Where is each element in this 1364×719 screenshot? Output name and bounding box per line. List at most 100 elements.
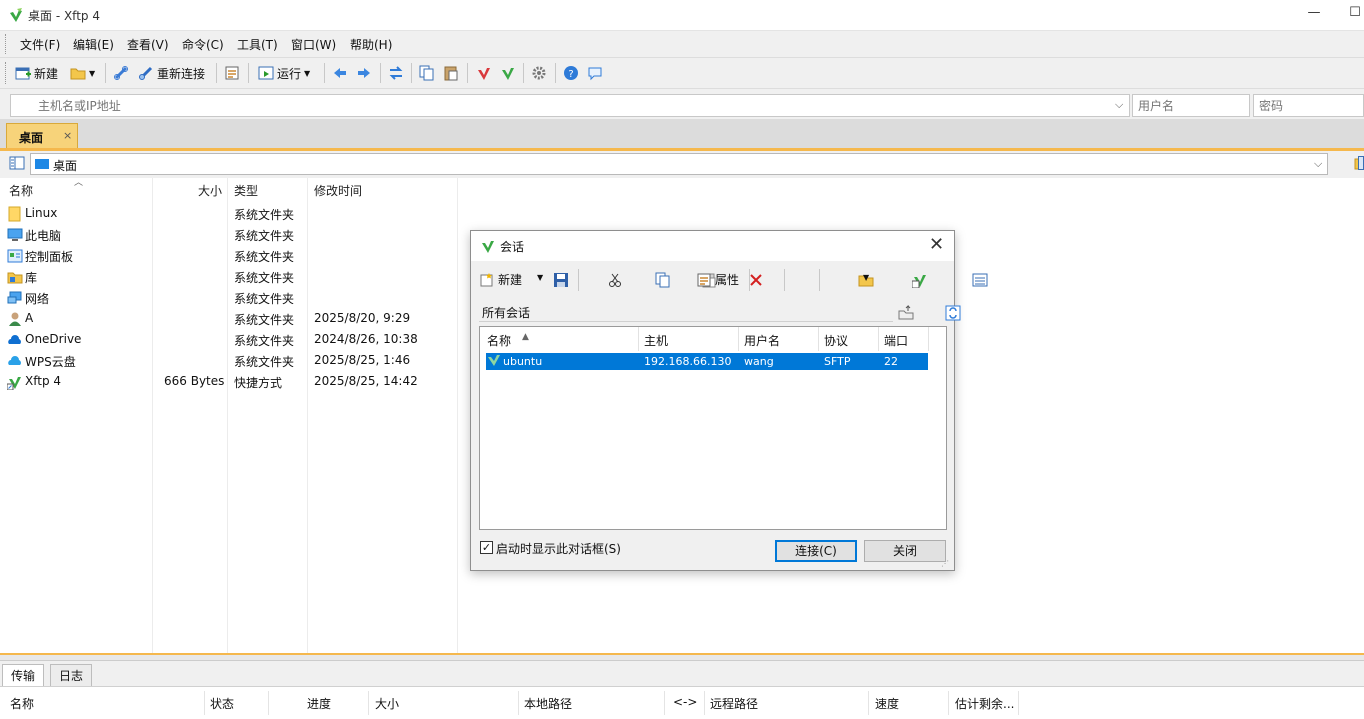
sync-button[interactable] <box>388 64 404 82</box>
xshell-button[interactable] <box>476 64 492 82</box>
reconnect-button[interactable]: 重新连接 <box>138 64 205 82</box>
file-name: Linux <box>25 206 58 220</box>
column-divider <box>868 691 869 715</box>
dialog-close-icon[interactable]: ✕ <box>929 234 944 255</box>
paste-button[interactable] <box>443 64 459 82</box>
file-row[interactable]: 网络 系统文件夹 <box>0 287 458 308</box>
pane-splitter[interactable] <box>0 653 1364 660</box>
save-disk-icon[interactable] <box>553 272 569 288</box>
connect-button[interactable]: 连接(C) <box>775 540 857 562</box>
file-row[interactable]: WPS云盘 系统文件夹 2025/8/25, 1:46 <box>0 350 458 371</box>
session-shortcut-icon[interactable] <box>911 272 928 289</box>
menu-command[interactable]: 命令(C) <box>182 36 224 53</box>
xftp-button[interactable] <box>500 64 516 82</box>
properties-button[interactable] <box>224 64 240 82</box>
maximize-button[interactable]: ☐ <box>1345 5 1364 23</box>
close-button[interactable]: 关闭 <box>864 540 946 562</box>
tab-log[interactable]: 日志 <box>50 664 93 686</box>
file-row[interactable]: Xftp 4 666 Bytes 快捷方式 2025/8/25, 14:42 <box>0 371 458 392</box>
session-col-user[interactable]: 用户名 <box>744 332 780 349</box>
session-col-protocol[interactable]: 协议 <box>824 332 848 349</box>
column-header-name[interactable]: 名称 <box>9 182 33 199</box>
file-row[interactable]: 此电脑 系统文件夹 <box>0 224 458 245</box>
password-input[interactable] <box>1254 95 1363 116</box>
copy-button[interactable] <box>419 64 435 82</box>
options-button[interactable] <box>531 64 547 82</box>
session-row[interactable]: ubuntu 192.168.66.130 wang SFTP 22 <box>486 353 928 370</box>
host-field[interactable]: ⌵ <box>10 94 1130 117</box>
new-session-button[interactable]: 新建 <box>15 64 58 82</box>
transfer-col-name[interactable]: 名称 <box>10 695 34 712</box>
column-divider <box>518 691 519 715</box>
dialog-new-button[interactable]: 新建 <box>479 271 522 288</box>
transfer-col-status[interactable]: 状态 <box>210 695 234 712</box>
cut-scissors-icon[interactable] <box>607 272 623 288</box>
column-header-type[interactable]: 类型 <box>234 182 258 199</box>
tab-desktop[interactable]: 桌面 × <box>6 123 78 148</box>
session-col-host[interactable]: 主机 <box>644 332 668 349</box>
file-mtime: 2025/8/20, 9:29 <box>314 311 411 325</box>
username-input[interactable] <box>1133 95 1249 116</box>
chevron-down-icon[interactable]: ⌵ <box>1314 157 1322 171</box>
path-combobox[interactable]: 桌面 ⌵ <box>30 153 1328 175</box>
view-list-icon[interactable] <box>972 272 988 288</box>
file-mtime: 2025/8/25, 1:46 <box>314 353 411 367</box>
session-folder-path[interactable]: 所有会话 <box>479 302 893 322</box>
file-row[interactable]: A 系统文件夹 2025/8/20, 9:29 <box>0 308 458 329</box>
help-button[interactable]: ? <box>563 64 579 82</box>
file-row[interactable]: 控制面板 系统文件夹 <box>0 245 458 266</box>
dialog-title-bar[interactable]: 会话 ✕ <box>471 231 954 261</box>
username-field[interactable] <box>1132 94 1250 117</box>
file-row[interactable]: Linux 系统文件夹 <box>0 203 458 224</box>
menu-view[interactable]: 查看(V) <box>127 36 169 53</box>
session-col-port[interactable]: 端口 <box>884 332 908 349</box>
tree-view-toggle-icon[interactable] <box>9 155 25 171</box>
transfer-col-size[interactable]: 大小 <box>375 695 399 712</box>
copy-icon[interactable] <box>655 272 671 288</box>
dropdown-arrow-icon[interactable]: ▼ <box>863 273 869 282</box>
column-header-size[interactable]: 大小 <box>198 182 222 199</box>
file-row[interactable]: 库 系统文件夹 <box>0 266 458 287</box>
new-session-icon <box>15 65 31 81</box>
menu-help[interactable]: 帮助(H) <box>350 36 392 53</box>
resize-grip[interactable]: ⋰ <box>941 559 949 568</box>
column-header-mtime[interactable]: 修改时间 <box>314 182 362 199</box>
properties-icon <box>696 272 712 288</box>
up-folder-icon[interactable] <box>898 304 914 321</box>
dropdown-arrow-icon[interactable]: ▼ <box>537 273 543 282</box>
file-row[interactable]: OneDrive 系统文件夹 2024/8/26, 10:38 <box>0 329 458 350</box>
column-divider <box>1018 691 1019 715</box>
run-label: 运行 <box>277 66 302 81</box>
open-folder-dropdown[interactable]: ▼ <box>70 64 95 82</box>
back-button[interactable] <box>332 64 348 82</box>
view-toggle-icon[interactable] <box>1358 156 1364 170</box>
run-dropdown[interactable]: 运行 ▼ <box>258 64 310 82</box>
dialog-properties-button[interactable]: 属性 <box>696 271 739 288</box>
session-col-name[interactable]: 名称 <box>487 332 511 349</box>
password-field[interactable] <box>1253 94 1364 117</box>
forward-button[interactable] <box>356 64 372 82</box>
link-button[interactable] <box>113 64 129 82</box>
minimize-button[interactable]: — <box>1304 5 1324 23</box>
menu-edit[interactable]: 编辑(E) <box>73 36 114 53</box>
menu-file[interactable]: 文件(F) <box>20 36 60 53</box>
transfer-col-speed[interactable]: 速度 <box>875 695 899 712</box>
startup-checkbox-label[interactable]: 启动时显示此对话框(S) <box>496 540 621 557</box>
startup-checkbox[interactable]: ✓ <box>480 541 493 554</box>
tab-close-icon[interactable]: × <box>63 129 72 142</box>
transfer-col-direction[interactable]: <-> <box>673 695 697 709</box>
host-input[interactable] <box>11 95 1129 116</box>
chat-button[interactable] <box>587 64 603 82</box>
file-type: 系统文件夹 <box>234 208 295 222</box>
transfer-col-local-path[interactable]: 本地路径 <box>524 695 572 712</box>
tab-transfer[interactable]: 传输 <box>2 664 45 686</box>
chevron-down-icon[interactable]: ⌵ <box>1115 98 1123 112</box>
delete-x-icon[interactable] <box>748 272 764 288</box>
menu-window[interactable]: 窗口(W) <box>291 36 336 53</box>
transfer-col-progress[interactable]: 进度 <box>307 695 331 712</box>
file-name: Xftp 4 <box>25 374 62 388</box>
transfer-col-remote-path[interactable]: 远程路径 <box>710 695 758 712</box>
menu-tools[interactable]: 工具(T) <box>237 36 278 53</box>
transfer-col-eta[interactable]: 估计剩余... <box>955 695 1014 712</box>
refresh-icon[interactable] <box>945 305 961 321</box>
